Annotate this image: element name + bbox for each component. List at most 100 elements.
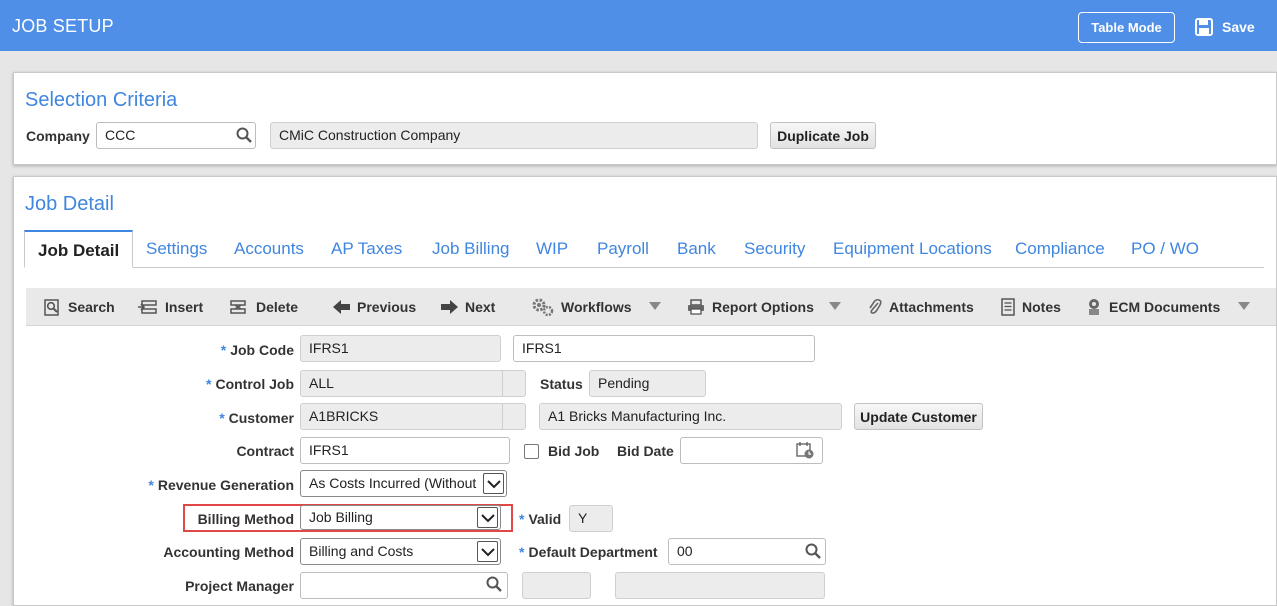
accounting-method-label: Accounting Method xyxy=(163,544,294,560)
job-code-label-text: Job Code xyxy=(230,342,294,358)
bid-job-label: Bid Job xyxy=(548,443,600,459)
report-options-label: Report Options xyxy=(712,299,814,315)
company-search-icon[interactable] xyxy=(234,125,254,145)
customer-name-field: A1 Bricks Manufacturing Inc. xyxy=(539,403,842,430)
valid-field: Y xyxy=(569,505,613,532)
revenue-generation-value: As Costs Incurred (Without xyxy=(309,475,477,491)
save-label: Save xyxy=(1222,19,1255,35)
required-marker: * xyxy=(220,342,227,358)
table-mode-button[interactable]: Table Mode xyxy=(1078,12,1175,43)
save-icon xyxy=(1195,18,1213,36)
next-label: Next xyxy=(465,299,496,315)
contract-input[interactable]: IFRS1 xyxy=(300,437,510,464)
required-marker: * xyxy=(219,410,225,426)
project-manager-name-field xyxy=(615,572,825,599)
bid-job-checkbox[interactable] xyxy=(524,444,539,459)
save-button[interactable]: Save xyxy=(1195,15,1255,39)
tab-ap-taxes[interactable]: AP Taxes xyxy=(331,230,402,268)
workflows-button[interactable]: Workflows xyxy=(532,288,632,326)
chevron-down-icon[interactable] xyxy=(477,507,498,528)
company-input[interactable]: CCC xyxy=(96,122,256,149)
job-code-label: * Job Code xyxy=(221,342,294,358)
billing-method-select[interactable]: Job Billing xyxy=(300,505,501,530)
project-manager-search-icon[interactable] xyxy=(484,574,504,594)
revenue-generation-label-text: Revenue Generation xyxy=(157,477,294,493)
company-input-value: CCC xyxy=(105,127,136,143)
previous-label: Previous xyxy=(357,299,417,315)
tab-settings[interactable]: Settings xyxy=(146,230,207,268)
insert-icon xyxy=(138,300,157,314)
workflows-caret-icon[interactable] xyxy=(649,302,661,310)
project-manager-input[interactable] xyxy=(300,572,508,599)
ecm-documents-button[interactable]: ECM Documents xyxy=(1086,288,1220,326)
default-department-label-text: Default Department xyxy=(528,544,658,560)
tab-equipment-locations[interactable]: Equipment Locations xyxy=(833,230,992,268)
tab-po-wo[interactable]: PO / WO xyxy=(1131,230,1199,268)
revenue-generation-select[interactable]: As Costs Incurred (Without xyxy=(300,470,507,497)
company-label: Company xyxy=(26,128,90,144)
arrow-right-icon xyxy=(441,300,458,314)
notes-icon xyxy=(1001,298,1015,316)
company-name-field: CMiC Construction Company xyxy=(270,122,758,149)
project-manager-code-field xyxy=(522,572,591,599)
report-options-button[interactable]: Report Options xyxy=(687,288,814,326)
job-name-input[interactable]: IFRS1 xyxy=(513,335,815,362)
search-icon xyxy=(44,298,59,316)
accounting-method-select[interactable]: Billing and Costs xyxy=(300,538,501,565)
delete-icon xyxy=(230,300,246,314)
next-button[interactable]: Next xyxy=(441,288,495,326)
tab-accounts[interactable]: Accounts xyxy=(234,230,304,268)
customer-label: * Customer xyxy=(219,410,294,426)
attachments-button[interactable]: Attachments xyxy=(868,288,974,326)
status-label: Status xyxy=(540,376,583,392)
department-search-icon[interactable] xyxy=(803,541,823,561)
paperclip-icon xyxy=(869,298,882,314)
tab-job-detail[interactable]: Job Detail xyxy=(24,230,134,268)
gears-icon xyxy=(532,298,554,316)
selection-criteria-panel: Selection Criteria Company CCC CMiC Cons… xyxy=(13,72,1277,165)
control-job-label: * Control Job xyxy=(206,376,294,392)
chevron-down-icon[interactable] xyxy=(477,541,498,562)
delete-label: Delete xyxy=(256,299,299,315)
notes-button[interactable]: Notes xyxy=(1001,288,1061,326)
previous-button[interactable]: Previous xyxy=(333,288,416,326)
customer-label-text: Customer xyxy=(228,410,294,426)
selection-criteria-title: Selection Criteria xyxy=(25,89,178,111)
tab-payroll[interactable]: Payroll xyxy=(597,230,649,268)
billing-method-label: Billing Method xyxy=(197,511,294,527)
tab-job-billing[interactable]: Job Billing xyxy=(432,230,510,268)
notes-label: Notes xyxy=(1022,299,1061,315)
search-toolbar-button[interactable]: Search xyxy=(44,288,115,326)
valid-label: * Valid xyxy=(519,511,561,527)
job-code-field: IFRS1 xyxy=(300,335,501,362)
search-toolbar-label: Search xyxy=(68,299,115,315)
attachments-label: Attachments xyxy=(889,299,974,315)
update-customer-button[interactable]: Update Customer xyxy=(854,403,983,430)
delete-button[interactable]: Delete xyxy=(229,288,298,326)
report-options-caret-icon[interactable] xyxy=(829,302,841,310)
tab-bank[interactable]: Bank xyxy=(677,230,716,268)
control-job-field: ALL xyxy=(300,370,526,397)
tab-security[interactable]: Security xyxy=(744,230,805,268)
calendar-icon[interactable] xyxy=(794,439,816,461)
customer-divider xyxy=(502,404,503,429)
required-marker: * xyxy=(206,376,212,392)
ecm-documents-caret-icon[interactable] xyxy=(1238,302,1250,310)
job-detail-title: Job Detail xyxy=(25,193,114,215)
project-manager-label: Project Manager xyxy=(185,578,294,594)
tab-wip[interactable]: WIP xyxy=(536,230,568,268)
duplicate-job-button[interactable]: Duplicate Job xyxy=(770,122,876,149)
app-header: JOB SETUP Table Mode Save xyxy=(0,0,1277,51)
control-job-divider xyxy=(502,371,503,396)
chevron-down-icon[interactable] xyxy=(483,473,504,494)
required-marker: * xyxy=(519,511,525,527)
record-toolbar: Search Insert Delete Previous Next Workf… xyxy=(26,288,1276,326)
control-job-label-text: Control Job xyxy=(215,376,294,392)
billing-method-value: Job Billing xyxy=(309,509,373,525)
revenue-generation-label: * Revenue Generation xyxy=(148,477,294,493)
insert-button[interactable]: Insert xyxy=(138,288,203,326)
required-marker: * xyxy=(519,544,525,560)
tab-compliance[interactable]: Compliance xyxy=(1015,230,1105,268)
ecm-documents-icon xyxy=(1089,299,1099,315)
ecm-documents-label: ECM Documents xyxy=(1109,299,1221,315)
